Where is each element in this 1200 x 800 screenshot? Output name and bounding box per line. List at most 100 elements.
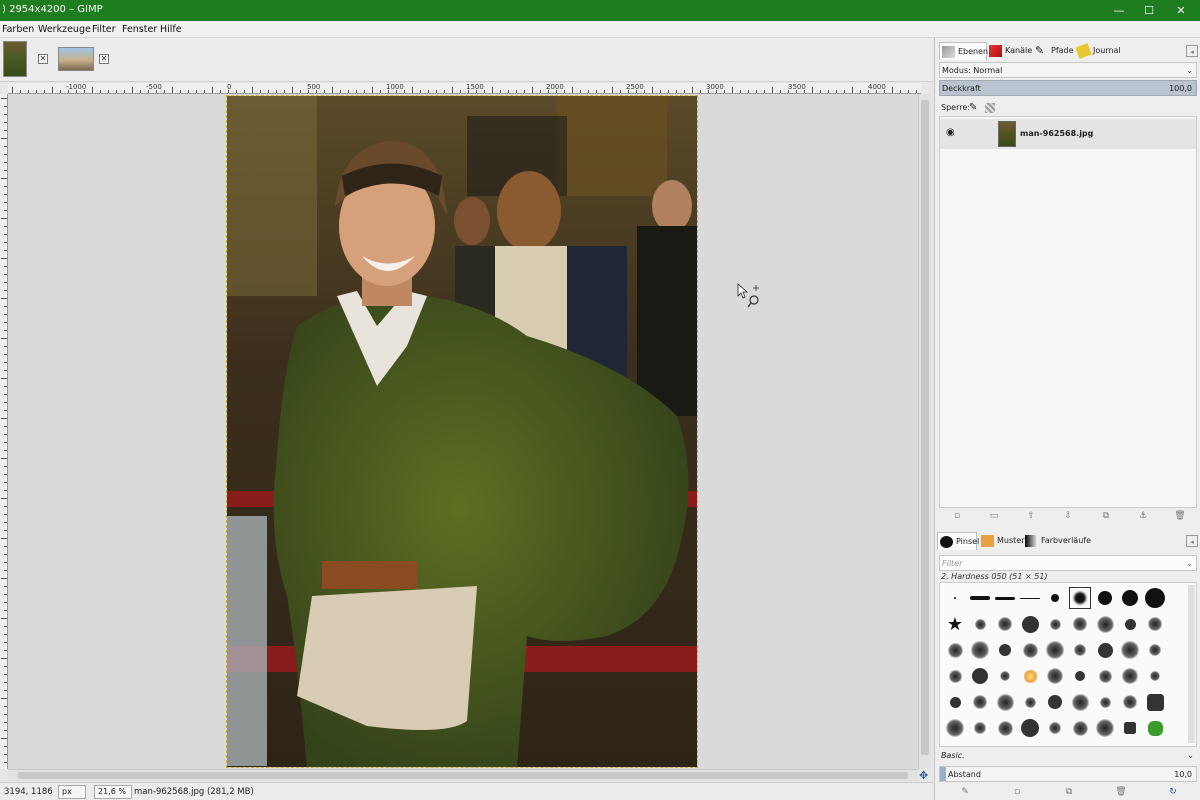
spacing-slider[interactable]: Abstand 10,0 [939,766,1197,782]
tab-pfade[interactable]: ✎ Pfade [1033,42,1075,60]
brush-item[interactable] [1094,639,1116,661]
zoom-select[interactable]: 21,6 % [94,785,132,799]
layer-list[interactable]: ◉ man-962568.jpg [939,116,1197,508]
brush-item[interactable] [1144,717,1166,739]
lock-pixels-icon[interactable]: ✎ [969,100,977,116]
brush-item[interactable] [1119,665,1141,687]
lower-layer-icon[interactable]: ⇩ [1062,510,1074,522]
brush-item[interactable] [969,613,991,635]
brush-item[interactable] [1144,613,1166,635]
brush-item[interactable] [944,639,966,661]
mode-select[interactable]: Modus: Normal ⌄ [939,62,1197,78]
brush-item[interactable] [1019,639,1041,661]
brush-item[interactable] [1094,587,1116,609]
refresh-brushes-icon[interactable]: ↻ [1167,786,1179,798]
maximize-button[interactable]: ☐ [1134,2,1164,19]
brush-item[interactable] [969,717,991,739]
brush-item[interactable] [1044,587,1066,609]
delete-layer-icon[interactable]: 🗑 [1174,510,1186,522]
layer-row[interactable]: ◉ man-962568.jpg [940,119,1196,149]
menu-fenster[interactable]: Fenster [122,24,157,35]
brush-item[interactable] [1069,639,1091,661]
vertical-scroll-thumb[interactable] [921,100,929,755]
vertical-ruler[interactable] [0,94,8,769]
brush-item[interactable] [994,691,1016,713]
close-tab-icon[interactable]: ✕ [38,54,48,64]
brush-item[interactable] [969,691,991,713]
brush-item[interactable] [1069,613,1091,635]
horizontal-scroll-thumb[interactable] [18,772,908,779]
brush-item[interactable] [1069,691,1091,713]
new-layer-icon[interactable]: ▫ [951,510,963,522]
new-group-icon[interactable]: ▭ [988,510,1000,522]
dock-menu-icon[interactable]: ◂ [1186,45,1198,57]
unit-select[interactable]: px [58,785,86,799]
brush-item[interactable] [994,587,1016,609]
anchor-layer-icon[interactable]: ⚓ [1137,510,1149,522]
eye-icon[interactable]: ◉ [946,127,955,138]
brush-item[interactable] [1094,665,1116,687]
brush-item[interactable] [1144,587,1166,609]
edit-brush-icon[interactable]: ✎ [959,786,971,798]
brush-item[interactable] [1019,717,1041,739]
navigate-icon[interactable]: ✥ [919,769,928,782]
tab-pinsel[interactable]: Pinsel [937,532,979,550]
lock-alpha-icon[interactable] [985,103,995,113]
menu-farben[interactable]: Farben [2,24,34,35]
brush-item[interactable] [1144,691,1166,713]
image-canvas[interactable] [226,95,698,768]
image-tab-building-thumbnail[interactable] [58,47,94,71]
raise-layer-icon[interactable]: ⇧ [1025,510,1037,522]
brush-item[interactable] [969,665,991,687]
brush-item[interactable] [969,639,991,661]
close-button[interactable]: ✕ [1166,2,1196,19]
brush-item[interactable] [994,665,1016,687]
brush-item[interactable] [1119,613,1141,635]
brush-item[interactable] [1069,587,1091,609]
tab-ebenen[interactable]: Ebenen [939,42,988,60]
delete-brush-icon[interactable]: 🗑 [1115,786,1127,798]
brush-item[interactable] [1119,587,1141,609]
brush-item[interactable] [1119,717,1141,739]
menu-werkzeuge[interactable]: Werkzeuge [38,24,91,35]
dock-menu-icon[interactable]: ◂ [1186,535,1198,547]
tab-muster[interactable]: Muster [979,532,1025,550]
brush-item[interactable] [944,665,966,687]
brush-item[interactable] [1069,665,1091,687]
minimize-button[interactable]: — [1104,2,1134,19]
image-tab-portrait-thumbnail[interactable] [3,41,27,77]
tab-kanaele[interactable]: Kanäle [987,42,1033,60]
brush-item[interactable] [994,639,1016,661]
brush-item[interactable] [1019,613,1041,635]
brush-item[interactable] [1119,639,1141,661]
brush-item[interactable] [1044,613,1066,635]
brush-item[interactable] [944,587,966,609]
brush-item[interactable] [1144,665,1166,687]
brush-item[interactable] [1044,717,1066,739]
brush-grid-scrollbar[interactable] [1188,585,1195,743]
horizontal-scrollbar[interactable] [8,769,918,781]
new-brush-icon[interactable]: ▫ [1011,786,1023,798]
brush-item[interactable] [1119,691,1141,713]
duplicate-layer-icon[interactable]: ⧉ [1100,510,1112,522]
brush-item[interactable] [944,717,966,739]
brush-item[interactable] [1044,691,1066,713]
vertical-scrollbar[interactable] [918,94,931,769]
brush-item[interactable] [944,691,966,713]
layer-name[interactable]: man-962568.jpg [1020,129,1093,138]
brush-item[interactable] [1019,665,1041,687]
brush-item[interactable]: ★ [944,613,966,635]
brush-item[interactable] [1094,717,1116,739]
brush-item[interactable] [1019,587,1041,609]
duplicate-brush-icon[interactable]: ⧉ [1063,786,1075,798]
brush-item[interactable] [1044,639,1066,661]
menu-filter[interactable]: Filter [92,24,116,35]
brush-item[interactable] [994,613,1016,635]
brush-item[interactable] [1044,665,1066,687]
opacity-slider[interactable]: Deckkraft 100,0 [939,80,1197,96]
horizontal-ruler[interactable]: -1000 -500 0 500 1000 1500 2000 2500 300… [8,83,921,94]
brush-preset-select[interactable]: Basic. ⌄ [939,748,1197,764]
brush-item[interactable] [994,717,1016,739]
close-tab-icon[interactable]: ✕ [99,54,109,64]
brush-item[interactable] [1094,613,1116,635]
